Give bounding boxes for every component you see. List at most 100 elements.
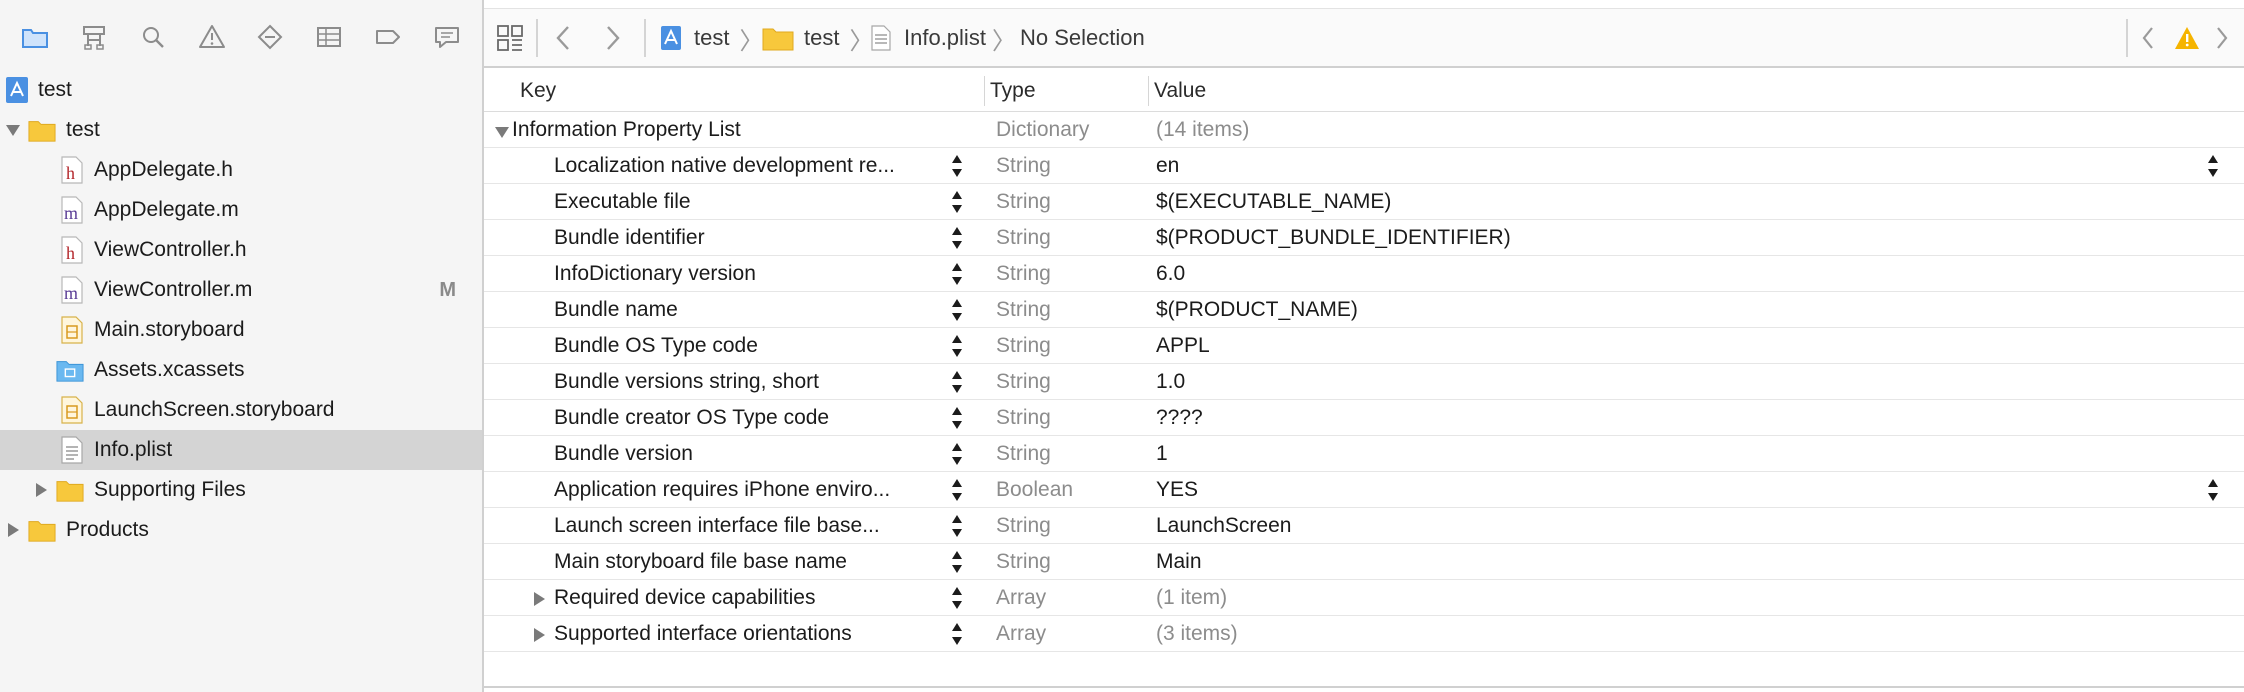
next-issue-chevron-icon[interactable]	[2214, 9, 2230, 67]
key-stepper-icon[interactable]	[950, 369, 964, 395]
plist-row[interactable]: Bundle name String $(PRODUCT_NAME)	[484, 292, 2244, 328]
plist-type[interactable]: String	[996, 292, 1146, 328]
tree-item-viewcontroller-m[interactable]: m ViewController.m M	[0, 270, 482, 310]
key-stepper-icon[interactable]	[950, 225, 964, 251]
tree-item-assets[interactable]: Assets.xcassets	[0, 350, 482, 390]
plist-type[interactable]: Array	[996, 616, 1146, 652]
previous-issue-chevron-icon[interactable]	[2140, 9, 2156, 67]
tree-item-main-storyboard[interactable]: Main.storyboard	[0, 310, 482, 350]
forward-chevron-icon[interactable]	[604, 9, 622, 67]
column-header-value[interactable]: Value	[1154, 70, 1206, 112]
plist-value[interactable]: (1 item)	[1156, 580, 2156, 616]
plist-key[interactable]: Supported interface orientations	[554, 616, 944, 652]
back-chevron-icon[interactable]	[554, 9, 572, 67]
tag-icon[interactable]	[373, 22, 403, 52]
key-stepper-icon[interactable]	[950, 261, 964, 287]
plist-row[interactable]: Localization native development re... Str…	[484, 148, 2244, 184]
plist-value[interactable]: YES	[1156, 472, 2156, 508]
plist-key[interactable]: Bundle creator OS Type code	[554, 400, 944, 436]
plist-type[interactable]: String	[996, 400, 1146, 436]
plist-value[interactable]: $(EXECUTABLE_NAME)	[1156, 184, 2156, 220]
list-icon[interactable]	[314, 22, 344, 52]
plist-type[interactable]: String	[996, 184, 1146, 220]
tree-item-project[interactable]: test	[0, 70, 482, 110]
column-header-type[interactable]: Type	[990, 70, 1036, 112]
plist-type[interactable]: String	[996, 148, 1146, 184]
tree-item-info-plist[interactable]: Info.plist	[0, 430, 482, 470]
key-stepper-icon[interactable]	[950, 297, 964, 323]
breadcrumb-file[interactable]: Info.plist 〉	[870, 9, 1016, 67]
key-stepper-icon[interactable]	[950, 405, 964, 431]
plist-root-row[interactable]: Information Property List Dictionary (14 i…	[484, 112, 2244, 148]
tree-item-appdelegate-m[interactable]: m AppDelegate.m	[0, 190, 482, 230]
key-stepper-icon[interactable]	[950, 549, 964, 575]
tree-item-products[interactable]: Products	[0, 510, 482, 550]
key-stepper-icon[interactable]	[950, 333, 964, 359]
plist-key[interactable]: Bundle name	[554, 292, 944, 328]
key-stepper-icon[interactable]	[950, 621, 964, 647]
disclosure-open-icon[interactable]	[494, 121, 512, 139]
chat-icon[interactable]	[432, 22, 462, 52]
key-stepper-icon[interactable]	[950, 477, 964, 503]
plist-value[interactable]: $(PRODUCT_NAME)	[1156, 292, 2156, 328]
breadcrumb-project[interactable]: test 〉	[660, 9, 763, 67]
disclosure-closed-icon[interactable]	[4, 521, 22, 539]
breadcrumb-selection[interactable]: No Selection	[1020, 9, 1145, 67]
plist-row[interactable]: Supported interface orientations Array (3 …	[484, 616, 2244, 652]
plist-type[interactable]: String	[996, 544, 1146, 580]
hierarchy-icon[interactable]	[79, 22, 109, 52]
breadcrumb-group[interactable]: test 〉	[762, 9, 873, 67]
disclosure-open-icon[interactable]	[4, 121, 22, 139]
search-icon[interactable]	[138, 22, 168, 52]
plist-row[interactable]: Launch screen interface file base... Stri…	[484, 508, 2244, 544]
plist-type[interactable]: Boolean	[996, 472, 1146, 508]
plist-key[interactable]: Bundle identifier	[554, 220, 944, 256]
tree-item-test-group[interactable]: test	[0, 110, 482, 150]
tree-item-appdelegate-h[interactable]: h AppDelegate.h	[0, 150, 482, 190]
plist-row[interactable]: Main storyboard file base name String Main	[484, 544, 2244, 580]
plist-key[interactable]: Bundle versions string, short	[554, 364, 944, 400]
key-stepper-icon[interactable]	[950, 153, 964, 179]
plist-key[interactable]: Localization native development re...	[554, 148, 944, 184]
value-stepper-icon[interactable]	[2206, 477, 2220, 503]
plist-type[interactable]: Array	[996, 580, 1146, 616]
plist-value[interactable]: LaunchScreen	[1156, 508, 2156, 544]
plist-row[interactable]: InfoDictionary version String 6.0	[484, 256, 2244, 292]
column-divider[interactable]	[984, 76, 985, 106]
key-stepper-icon[interactable]	[950, 441, 964, 467]
warning-icon[interactable]	[197, 22, 227, 52]
plist-key[interactable]: Required device capabilities	[554, 580, 944, 616]
tree-item-supporting-files[interactable]: Supporting Files	[0, 470, 482, 510]
related-items-icon[interactable]	[496, 9, 524, 67]
plist-row[interactable]: Executable file String $(EXECUTABLE_NAME)	[484, 184, 2244, 220]
column-divider[interactable]	[1148, 76, 1149, 106]
plist-row[interactable]: Required device capabilities Array (1 item…	[484, 580, 2244, 616]
plist-value[interactable]: Main	[1156, 544, 2156, 580]
plist-value[interactable]: en	[1156, 148, 2156, 184]
plist-key[interactable]: Executable file	[554, 184, 944, 220]
plist-key[interactable]: Bundle version	[554, 436, 944, 472]
plist-row[interactable]: Bundle OS Type code String APPL	[484, 328, 2244, 364]
folder-icon[interactable]	[20, 22, 50, 52]
plist-value[interactable]: 1.0	[1156, 364, 2156, 400]
plist-value[interactable]: (3 items)	[1156, 616, 2156, 652]
plist-type[interactable]: String	[996, 364, 1146, 400]
plist-type[interactable]: String	[996, 508, 1146, 544]
plist-type[interactable]: String	[996, 436, 1146, 472]
column-header-key[interactable]: Key	[520, 70, 556, 112]
disclosure-closed-icon[interactable]	[532, 589, 550, 607]
plist-key[interactable]: Launch screen interface file base...	[554, 508, 944, 544]
disclosure-closed-icon[interactable]	[32, 481, 50, 499]
key-stepper-icon[interactable]	[950, 189, 964, 215]
plist-key[interactable]: Bundle OS Type code	[554, 328, 944, 364]
plist-key[interactable]: Main storyboard file base name	[554, 544, 944, 580]
plist-value[interactable]: 6.0	[1156, 256, 2156, 292]
tree-item-launchscreen-storyboard[interactable]: LaunchScreen.storyboard	[0, 390, 482, 430]
plist-row[interactable]: Bundle identifier String $(PRODUCT_BUNDLE_…	[484, 220, 2244, 256]
key-stepper-icon[interactable]	[950, 513, 964, 539]
disclosure-closed-icon[interactable]	[532, 625, 550, 643]
plist-row[interactable]: Application requires iPhone enviro... Boo…	[484, 472, 2244, 508]
plist-value[interactable]: ????	[1156, 400, 2156, 436]
tree-item-viewcontroller-h[interactable]: h ViewController.h	[0, 230, 482, 270]
plist-row[interactable]: Bundle creator OS Type code String????	[484, 400, 2244, 436]
